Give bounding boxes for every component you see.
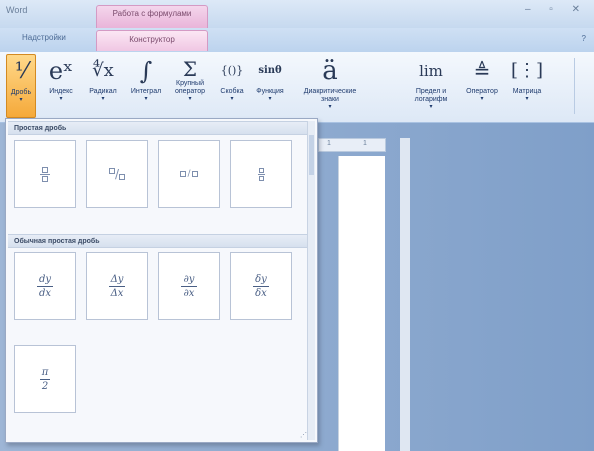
accent-button[interactable]: ä Диакритические знаки ▾ bbox=[300, 54, 360, 118]
limit-icon: lim bbox=[419, 62, 443, 80]
matrix-icon: [⋮] bbox=[510, 60, 544, 81]
common-fraction-tile[interactable]: π2 bbox=[14, 345, 76, 413]
window-controls[interactable]: – ▫ ✕ bbox=[525, 4, 588, 15]
script-icon: eˣ bbox=[48, 57, 74, 85]
accent-label: Диакритические знаки bbox=[303, 88, 357, 103]
sigma-icon: Σ bbox=[182, 57, 198, 81]
operator-label: Оператор bbox=[466, 88, 498, 95]
tab-design[interactable]: Конструктор bbox=[96, 30, 208, 51]
section-header-common-fraction: Обычная простая дробь bbox=[8, 234, 313, 248]
common-fraction-tile[interactable]: dy dx bbox=[14, 252, 76, 320]
gallery-scrollbar[interactable] bbox=[307, 121, 315, 440]
operator-button[interactable]: ≜ Оператор ▾ bbox=[460, 54, 504, 118]
common-fraction-tile[interactable]: Δy Δx bbox=[86, 252, 148, 320]
common-fraction-tile[interactable]: δy δx bbox=[230, 252, 292, 320]
function-label: Функция bbox=[256, 88, 284, 95]
ruler-mark: 1 bbox=[327, 140, 331, 147]
linear-fraction-tile[interactable]: / bbox=[158, 140, 220, 208]
chevron-down-icon: ▾ bbox=[328, 104, 332, 110]
tab-addins[interactable]: Надстройки bbox=[22, 33, 66, 42]
equation-tools-context-title: Работа с формулами bbox=[96, 5, 208, 28]
chevron-down-icon: ▾ bbox=[480, 96, 484, 102]
bracket-label: Скобка bbox=[220, 88, 244, 95]
chevron-down-icon: ▾ bbox=[230, 96, 234, 102]
ribbon-divider bbox=[574, 58, 575, 114]
skewed-fraction-icon: / bbox=[108, 167, 126, 181]
title-bar: Word Работа с формулами – ▫ ✕ bbox=[0, 0, 594, 28]
limit-log-label: Предел и логарифм bbox=[414, 88, 448, 103]
horizontal-ruler: 1 1 bbox=[318, 138, 386, 152]
fraction-pi-over-2: π2 bbox=[40, 366, 50, 392]
section-header-fraction: Простая дробь bbox=[8, 121, 313, 135]
radical-button[interactable]: ∜x Радикал ▾ bbox=[84, 54, 122, 118]
accent-icon: ä bbox=[322, 56, 338, 86]
chevron-down-icon: ▾ bbox=[268, 96, 272, 102]
common-fraction-tile[interactable]: ∂y ∂x bbox=[158, 252, 220, 320]
chevron-down-icon: ▾ bbox=[101, 96, 105, 102]
word-window: Word Работа с формулами – ▫ ✕ Надстройки… bbox=[0, 0, 594, 451]
help-icon[interactable]: ? bbox=[582, 34, 586, 43]
fraction-delta-y-delta-x: Δy Δx bbox=[109, 273, 125, 299]
chevron-down-icon: ▾ bbox=[525, 96, 529, 102]
chevron-down-icon: ▾ bbox=[188, 96, 192, 102]
function-icon: sinθ bbox=[258, 65, 282, 76]
document-scrollbar[interactable] bbox=[400, 138, 410, 451]
chevron-down-icon: ▾ bbox=[19, 97, 23, 103]
fraction-button[interactable]: ⅟ Дробь ▾ bbox=[6, 54, 36, 118]
radical-icon: ∜x bbox=[92, 60, 114, 81]
large-operator-label: Крупный оператор bbox=[174, 80, 206, 95]
fraction-label: Дробь bbox=[10, 89, 32, 96]
limit-log-button[interactable]: lim Предел и логарифм ▾ bbox=[408, 54, 454, 118]
small-fraction-icon bbox=[257, 167, 265, 181]
large-operator-button[interactable]: Σ Крупный оператор ▾ bbox=[170, 54, 210, 118]
stacked-fraction-tile[interactable] bbox=[14, 140, 76, 208]
chevron-down-icon: ▾ bbox=[144, 96, 148, 102]
fraction-dy-dx: dy dx bbox=[37, 273, 53, 299]
resize-grip-icon[interactable]: ⋰ bbox=[300, 431, 307, 439]
small-fraction-tile[interactable] bbox=[230, 140, 292, 208]
integral-icon: ∫ bbox=[139, 57, 153, 85]
integral-label: Интеграл bbox=[130, 88, 162, 95]
function-button[interactable]: sinθ Функция ▾ bbox=[252, 54, 288, 118]
ribbon-structures-group: ⅟ Дробь ▾ eˣ Индекс ▾ ∜x Радикал ▾ ∫ Инт… bbox=[0, 52, 594, 123]
radical-label: Радикал bbox=[89, 88, 117, 95]
chevron-down-icon: ▾ bbox=[59, 96, 63, 102]
chevron-down-icon: ▾ bbox=[429, 104, 433, 110]
operator-icon: ≜ bbox=[473, 59, 491, 83]
integral-button[interactable]: ∫ Интеграл ▾ bbox=[126, 54, 166, 118]
matrix-button[interactable]: [⋮] Матрица ▾ bbox=[506, 54, 548, 118]
stacked-fraction-icon bbox=[40, 166, 50, 182]
bracket-button[interactable]: {()} Скобка ▾ bbox=[214, 54, 250, 118]
gallery-scroll-thumb[interactable] bbox=[309, 135, 314, 175]
ribbon-tabs: Надстройки Конструктор ? bbox=[0, 28, 594, 53]
document-page[interactable] bbox=[338, 156, 385, 451]
bracket-icon: {()} bbox=[220, 64, 244, 77]
script-label: Индекс bbox=[49, 88, 73, 95]
script-button[interactable]: eˣ Индекс ▾ bbox=[42, 54, 80, 118]
fraction-gallery: Простая дробь / / Обычная простая дробь bbox=[5, 118, 318, 443]
linear-fraction-icon: / bbox=[180, 169, 198, 179]
skewed-fraction-tile[interactable]: / bbox=[86, 140, 148, 208]
fraction-small-delta-y-delta-x: δy δx bbox=[253, 274, 269, 299]
fraction-icon: ⅟ bbox=[14, 59, 28, 84]
matrix-label: Матрица bbox=[512, 88, 542, 95]
app-title: Word bbox=[6, 5, 28, 15]
fraction-partial-y-partial-x: ∂y ∂x bbox=[181, 274, 197, 299]
ruler-mark: 1 bbox=[363, 140, 367, 147]
